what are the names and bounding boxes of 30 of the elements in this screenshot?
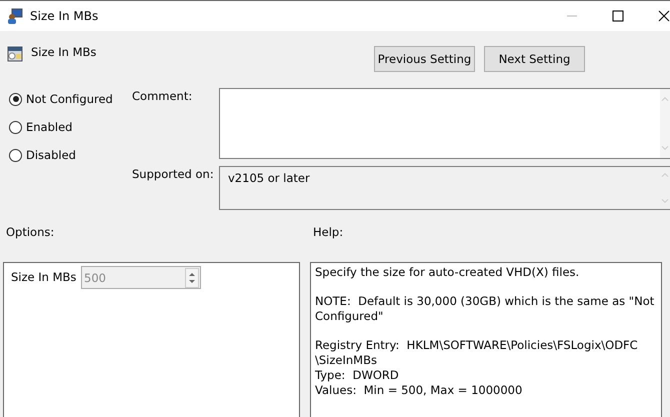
setting-label: Size In MBs: [11, 270, 78, 284]
radio-label[interactable]: Disabled: [26, 148, 76, 162]
nav-button[interactable]: Previous Setting: [374, 46, 475, 72]
radio-label[interactable]: Enabled: [26, 120, 72, 134]
radio-label[interactable]: Not Configured: [26, 92, 113, 106]
options-label: Options:: [5, 225, 56, 239]
window-title: Size In MBs: [30, 9, 98, 23]
close-icon[interactable]: [658, 10, 670, 22]
help-text: Specify the size for auto-created VHD(X) files.: [315, 265, 580, 280]
nav-button[interactable]: Next Setting: [484, 46, 585, 72]
app-icon: [7, 8, 23, 24]
help-text: \SizeInMBs: [315, 353, 378, 368]
scrollbar[interactable]: [660, 89, 670, 158]
policy-icon: [7, 46, 23, 62]
comment-field[interactable]: [219, 88, 670, 159]
number-value: 500: [84, 270, 106, 284]
help-text: Registry Entry: HKLM\SOFTWARE\Policies\FSLogix\ODFC: [315, 338, 639, 353]
maximize-icon[interactable]: [612, 10, 624, 22]
radio-button[interactable]: [9, 92, 22, 106]
radio-button[interactable]: [9, 120, 22, 134]
help-label: Help:: [313, 225, 344, 239]
supported-on-label: Supported on:: [132, 166, 215, 183]
help-text: Configured": [315, 309, 384, 324]
help-text: Type: DWORD: [315, 368, 400, 383]
comment-label: Comment:: [132, 88, 194, 105]
setting-title: Size In MBs: [31, 45, 96, 59]
help-text: Values: Min = 500, Max = 1000000: [315, 383, 524, 398]
supported-on-value: v2105 or later: [227, 170, 311, 185]
radio-button[interactable]: [9, 148, 22, 162]
help-text: NOTE: Default is 30,000 (30GB) which is the same as "Not: [315, 294, 656, 309]
